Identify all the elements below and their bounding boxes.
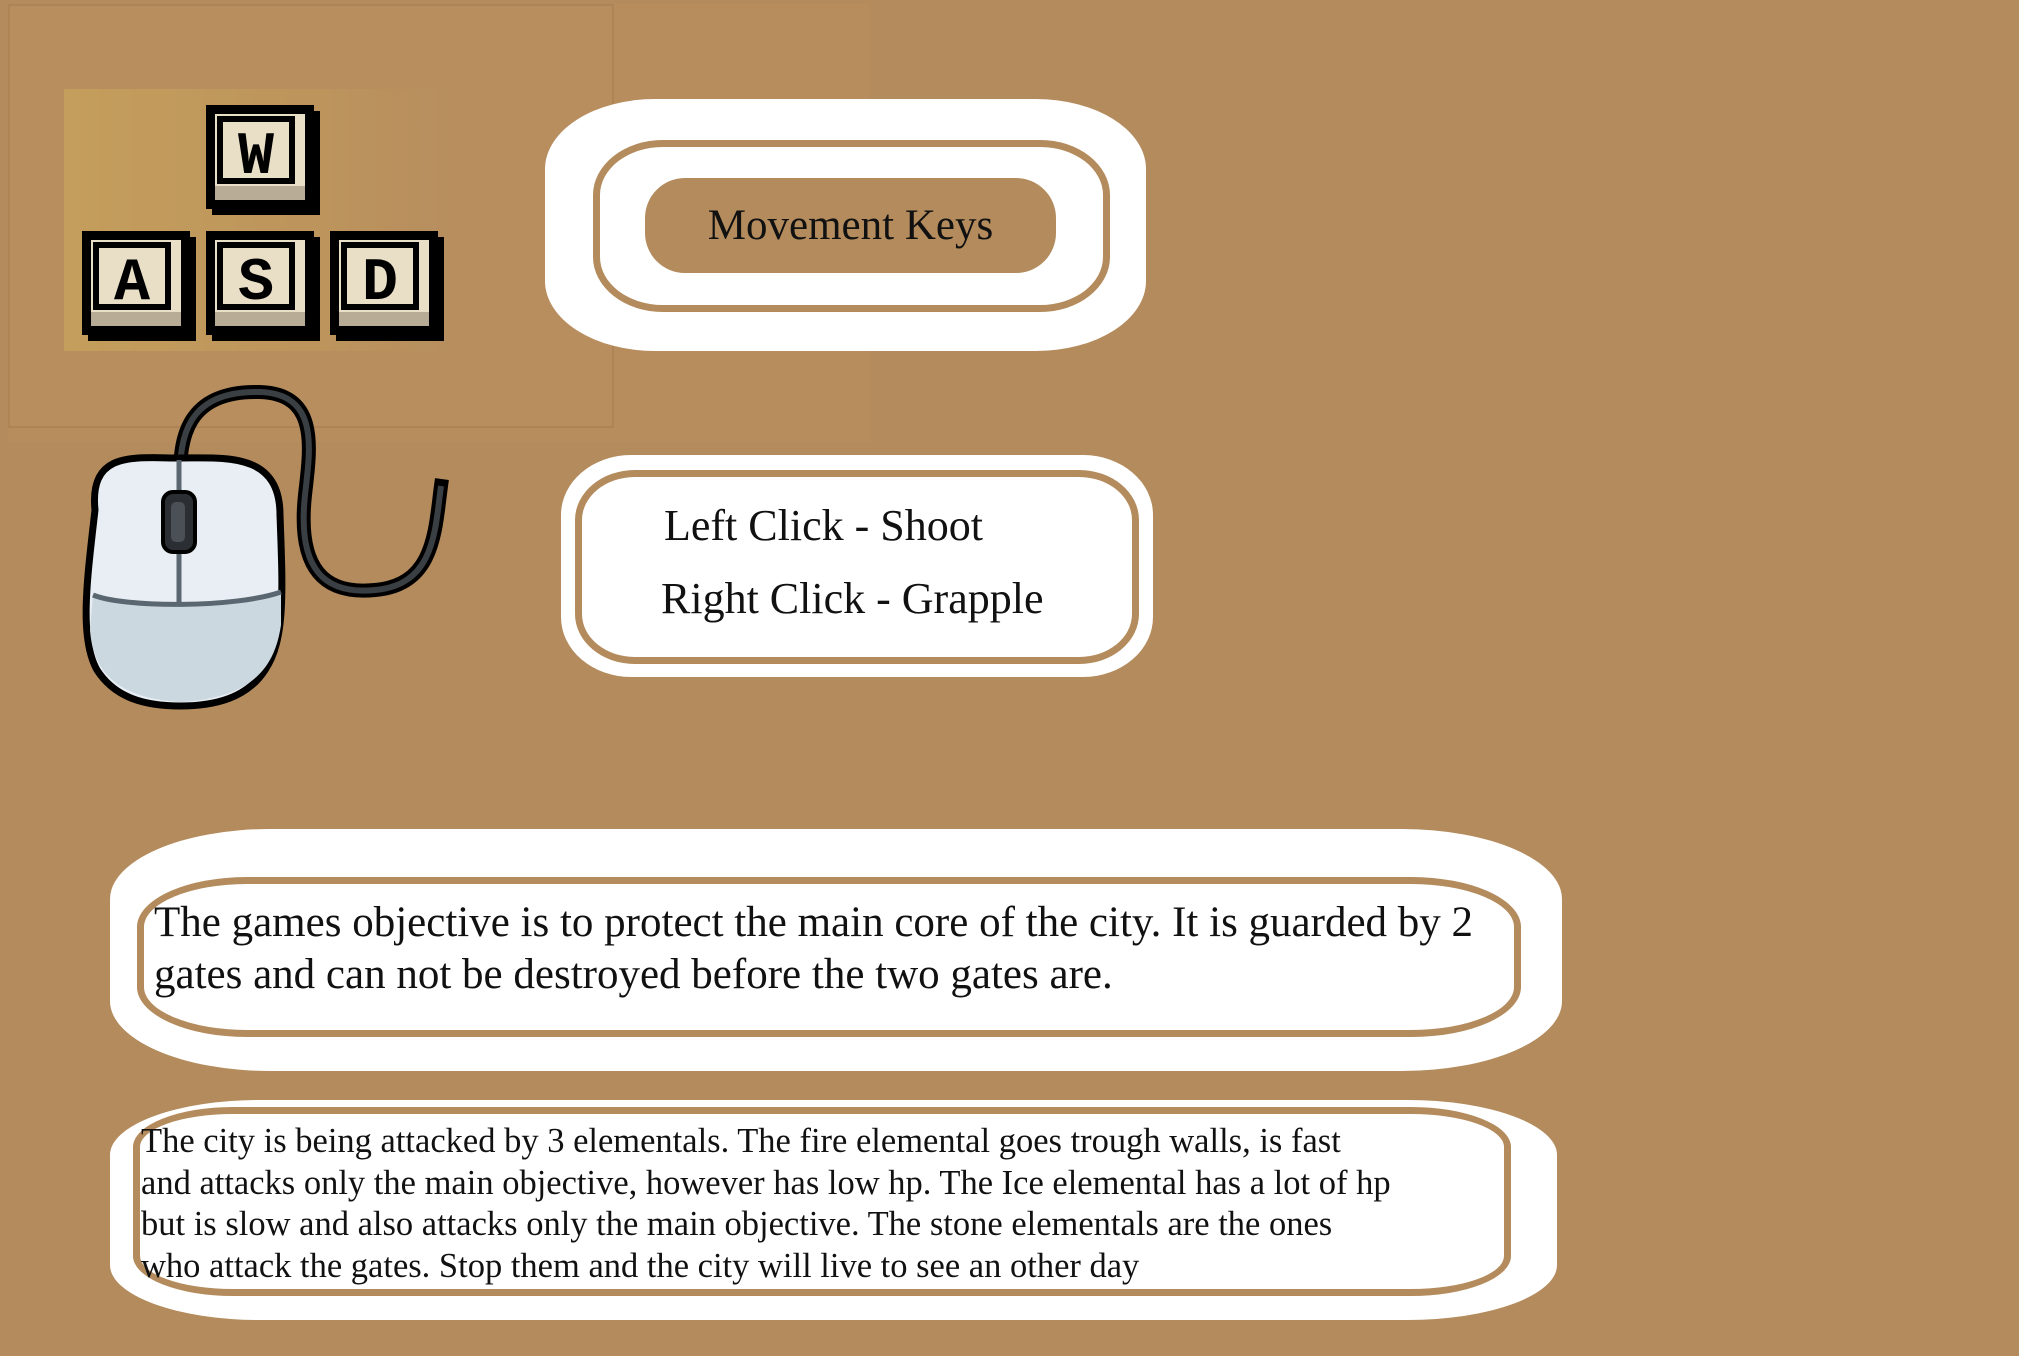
key-d-icon: D — [330, 231, 444, 341]
instructions-screen: W A S D Movement Keys Left Click - Shoot… — [0, 0, 2019, 1356]
key-d-label: D — [362, 250, 398, 318]
story-text: The city is being attacked by 3 elementa… — [141, 1121, 1511, 1287]
left-click-label: Left Click - Shoot — [664, 501, 983, 550]
key-s-label: S — [238, 250, 274, 318]
mouse-icon — [82, 384, 449, 710]
story-line: and attacks only the main objective, how… — [141, 1163, 1391, 1202]
key-a-label: A — [114, 250, 150, 318]
key-w-icon: W — [206, 105, 320, 215]
story-line: The city is being attacked by 3 elementa… — [141, 1122, 1341, 1160]
key-s-icon: S — [206, 231, 320, 341]
movement-keys-label: Movement Keys — [645, 178, 1056, 273]
right-click-label: Right Click - Grapple — [661, 574, 1044, 623]
objective-text: The games objective is to protect the ma… — [154, 899, 1474, 998]
wasd-keys-icon: W A S D — [82, 105, 444, 341]
story-line: but is slow and also attacks only the ma… — [141, 1205, 1333, 1243]
story-line: who attack the gates. Stop them and the … — [141, 1246, 1140, 1285]
key-w-label: W — [238, 124, 274, 192]
key-a-icon: A — [82, 231, 196, 341]
